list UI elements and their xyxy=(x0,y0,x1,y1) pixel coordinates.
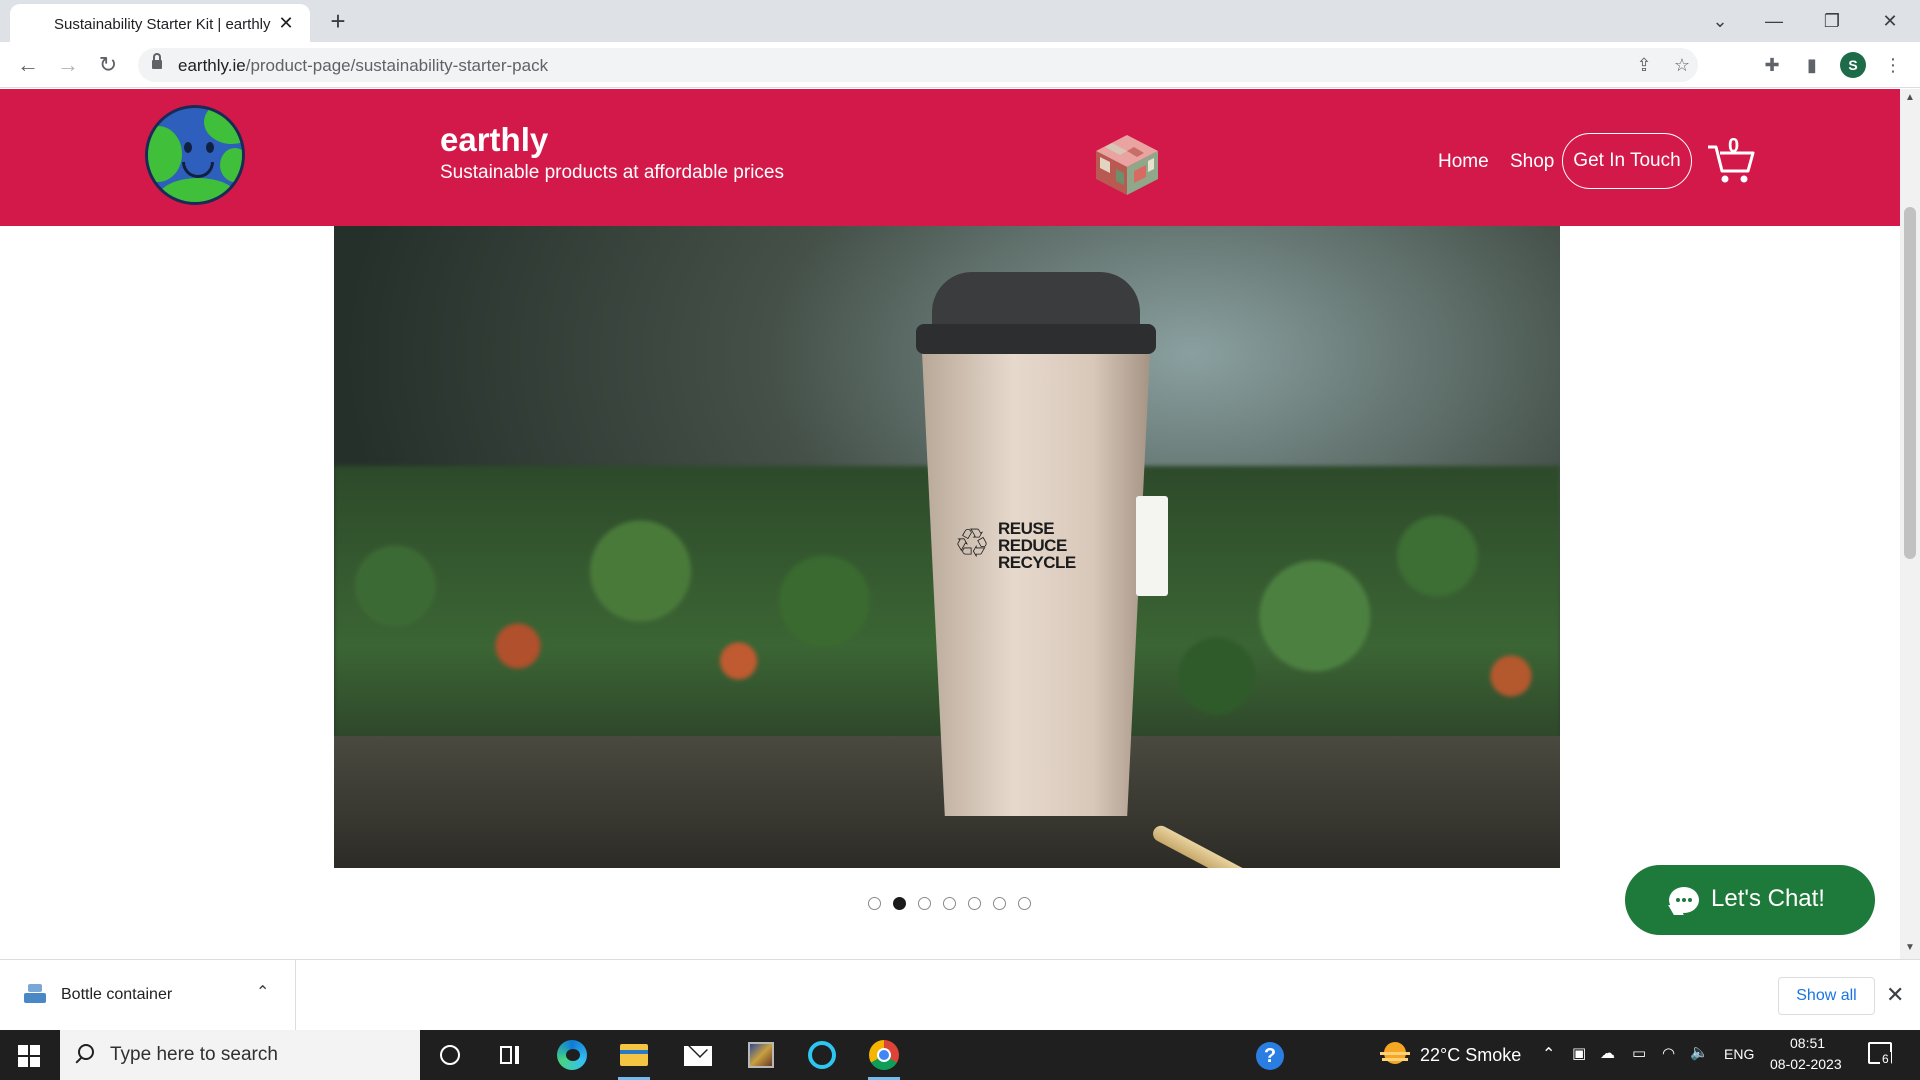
search-icon xyxy=(78,1044,94,1060)
browser-toolbar: ← → ↻ earthly.ie/product-page/sustainabi… xyxy=(0,42,1920,88)
close-download-bar-icon[interactable]: ✕ xyxy=(1886,982,1904,1008)
help-icon[interactable]: ? xyxy=(1250,1036,1290,1074)
weather-text[interactable]: 22°C Smoke xyxy=(1420,1045,1521,1066)
kebab-menu-icon[interactable]: ⋮ xyxy=(1880,52,1906,78)
carousel-dot[interactable] xyxy=(943,897,956,910)
photo-app-icon[interactable] xyxy=(740,1036,780,1074)
carousel-dot[interactable] xyxy=(968,897,981,910)
chat-bubble-icon xyxy=(1669,887,1699,913)
scroll-down-arrow-icon[interactable]: ▼ xyxy=(1905,943,1915,953)
notification-center-icon[interactable]: 6 xyxy=(1868,1042,1892,1066)
language-indicator[interactable]: ENG xyxy=(1724,1046,1754,1062)
carousel-dot[interactable] xyxy=(918,897,931,910)
page-scrollbar[interactable]: ▲ ▼ xyxy=(1900,89,1920,959)
meet-now-icon[interactable]: ▣ xyxy=(1572,1044,1586,1062)
carousel-dot[interactable] xyxy=(893,897,906,910)
close-window-button[interactable]: ✕ xyxy=(1870,6,1910,36)
edge-browser-icon[interactable] xyxy=(552,1036,592,1074)
url-host: earthly.ie xyxy=(178,56,246,75)
page-viewport: earthly Sustainable products at affordab… xyxy=(0,89,1900,959)
recycle-icon: ♲ xyxy=(954,522,990,566)
chevron-up-icon[interactable]: ⌃ xyxy=(256,982,269,1002)
profile-avatar[interactable]: S xyxy=(1840,52,1866,78)
cup-sticker xyxy=(1136,496,1168,596)
windows-start-icon[interactable] xyxy=(18,1045,40,1067)
chat-label: Let's Chat! xyxy=(1711,885,1825,912)
lock-icon[interactable] xyxy=(152,53,162,70)
cup-lid xyxy=(916,272,1156,368)
taskbar-search-placeholder: Type here to search xyxy=(110,1044,278,1065)
back-arrow-icon[interactable]: ← xyxy=(14,51,42,79)
address-bar[interactable]: earthly.ie/product-page/sustainability-s… xyxy=(138,48,1698,82)
product-image[interactable]: ♲ REUSE REDUCE RECYCLE xyxy=(334,226,1560,868)
cup-text-reduce: REDUCE xyxy=(998,536,1067,555)
browser-tab-strip: Sustainability Starter Kit | earthly ✕ +… xyxy=(0,0,1920,42)
site-tagline: Sustainable products at affordable price… xyxy=(440,162,784,183)
reusable-cup xyxy=(922,352,1150,816)
cart-button[interactable]: 0 xyxy=(1706,135,1756,185)
cup-text-reuse: REUSE xyxy=(998,519,1055,538)
windows-taskbar: Type here to search ? 22°C Smoke ⌃ ▣ ☁ ▭… xyxy=(0,1030,1920,1080)
alexa-icon[interactable] xyxy=(802,1036,842,1074)
restore-button[interactable]: ❐ xyxy=(1812,6,1852,36)
site-header: earthly Sustainable products at affordab… xyxy=(0,89,1900,226)
carousel-dot[interactable] xyxy=(868,897,881,910)
carousel-dot[interactable] xyxy=(993,897,1006,910)
browser-tab-active[interactable]: Sustainability Starter Kit | earthly ✕ xyxy=(10,4,310,42)
file-explorer-icon[interactable] xyxy=(614,1036,654,1080)
tab-title: Sustainability Starter Kit | earthly xyxy=(54,16,271,33)
carousel-dot[interactable] xyxy=(1018,897,1031,910)
show-all-downloads-button[interactable]: Show all xyxy=(1778,977,1875,1015)
get-in-touch-button[interactable]: Get In Touch xyxy=(1562,133,1692,189)
mail-icon[interactable] xyxy=(678,1036,718,1074)
wifi-icon[interactable]: ◠ xyxy=(1662,1044,1675,1062)
star-icon[interactable]: ☆ xyxy=(1670,53,1694,77)
download-item[interactable]: Bottle container ⌃ xyxy=(0,960,296,1030)
earth-logo-icon[interactable] xyxy=(145,105,245,205)
cup-text-recycle: RECYCLE xyxy=(998,553,1076,572)
battery-icon[interactable]: ▭ xyxy=(1632,1044,1646,1062)
puzzle-icon[interactable]: ✚ xyxy=(1759,52,1785,78)
url-path: /product-page/sustainability-starter-pac… xyxy=(245,56,549,75)
nav-shop-link[interactable]: Shop xyxy=(1510,151,1554,173)
downloaded-file-icon xyxy=(24,984,46,1004)
taskbar-search-box[interactable]: Type here to search xyxy=(60,1030,420,1080)
forward-arrow-icon[interactable]: → xyxy=(54,51,82,79)
scroll-up-arrow-icon[interactable]: ▲ xyxy=(1905,93,1915,103)
site-brand-name[interactable]: earthly xyxy=(440,121,548,159)
task-view-icon[interactable] xyxy=(490,1036,530,1074)
cup-print: ♲ REUSE REDUCE RECYCLE xyxy=(954,516,1114,576)
tab-search-chevron-icon[interactable]: ⌄ xyxy=(1700,6,1740,36)
reload-icon[interactable]: ↻ xyxy=(94,51,122,79)
side-panel-icon[interactable]: ▮ xyxy=(1799,52,1825,78)
chrome-taskbar-icon[interactable] xyxy=(864,1036,904,1080)
new-tab-button[interactable]: + xyxy=(324,8,352,36)
url-text[interactable]: earthly.ie/product-page/sustainability-s… xyxy=(178,56,548,76)
clock-date[interactable]: 08-02-2023 xyxy=(1770,1056,1842,1072)
download-file-name: Bottle container xyxy=(61,986,173,1003)
lets-chat-button[interactable]: Let's Chat! xyxy=(1625,865,1875,935)
minimize-button[interactable]: — xyxy=(1754,6,1794,36)
download-bar: Bottle container ⌃ Show all ✕ xyxy=(0,959,1920,1030)
notification-count: 6 xyxy=(1880,1052,1891,1066)
scroll-thumb[interactable] xyxy=(1904,207,1916,559)
weather-sun-icon[interactable] xyxy=(1380,1040,1410,1066)
nav-home-link[interactable]: Home xyxy=(1438,151,1489,173)
share-icon[interactable]: ⇪ xyxy=(1632,53,1656,77)
volume-icon[interactable]: 🔈 xyxy=(1690,1043,1709,1061)
tab-close-icon[interactable]: ✕ xyxy=(276,13,296,33)
cortana-icon[interactable] xyxy=(430,1036,470,1074)
chevron-up-tray-icon[interactable]: ⌃ xyxy=(1542,1044,1555,1064)
clock-time[interactable]: 08:51 xyxy=(1790,1035,1825,1051)
cart-count-badge: 0 xyxy=(1728,135,1740,157)
cube-logo-icon xyxy=(1096,135,1158,195)
onedrive-cloud-icon[interactable]: ☁ xyxy=(1600,1044,1615,1062)
